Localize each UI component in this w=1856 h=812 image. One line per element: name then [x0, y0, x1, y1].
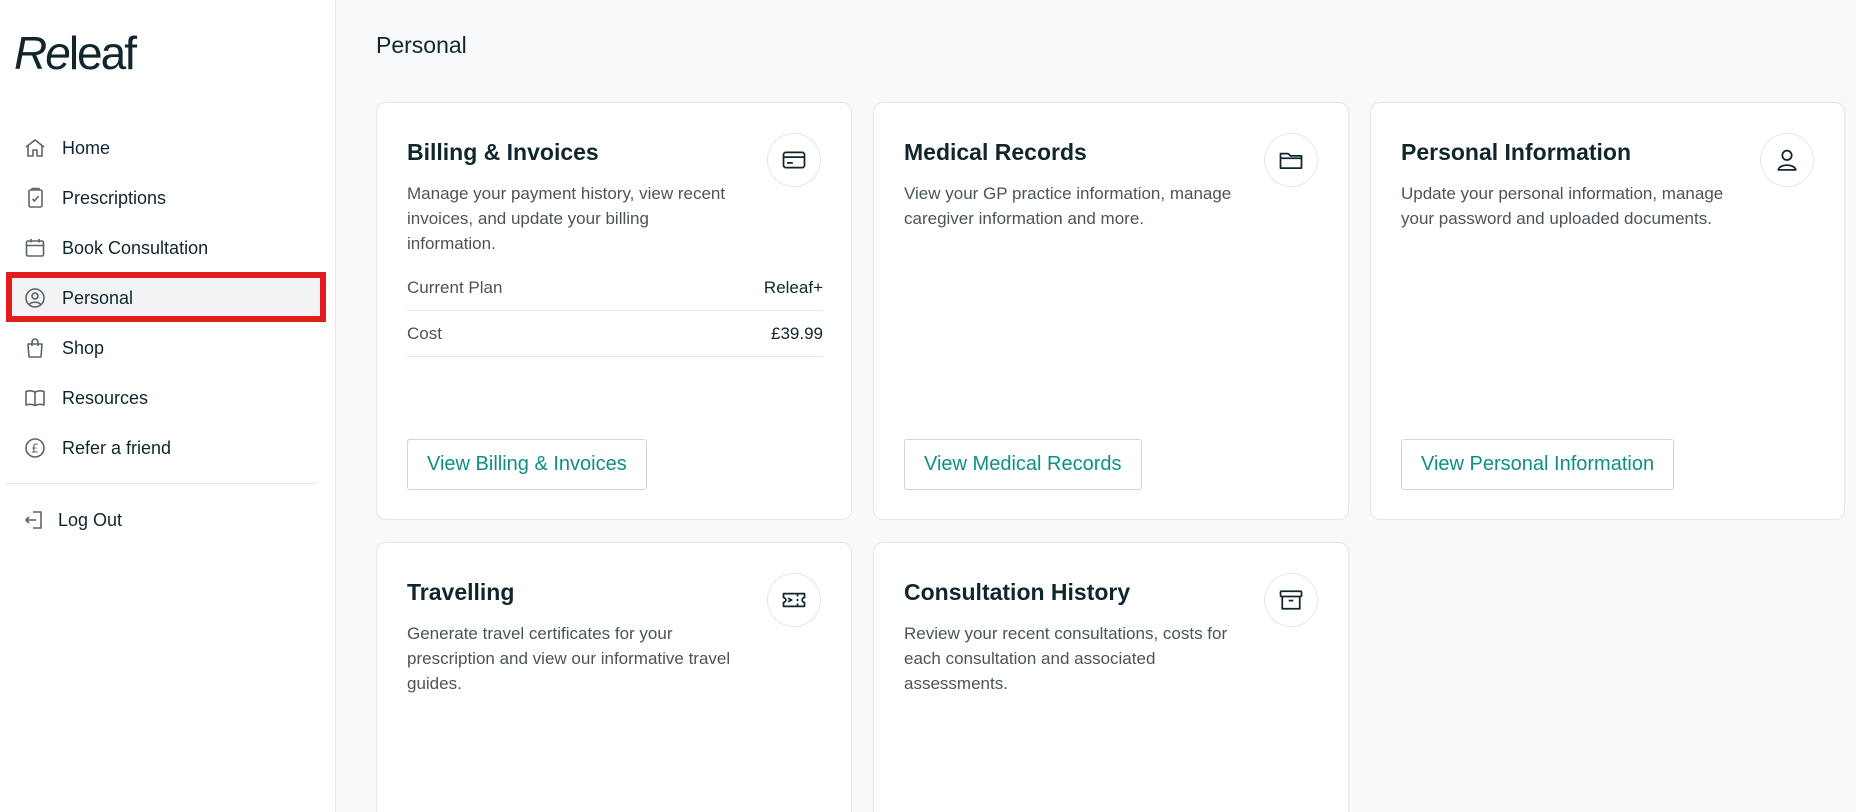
- card-description: Manage your payment history, view recent…: [407, 184, 726, 253]
- card-title: Medical Records: [904, 139, 1087, 165]
- view-medical-records-button[interactable]: View Medical Records: [904, 439, 1142, 490]
- pound-coin-icon: £: [22, 435, 48, 461]
- user-circle-icon: [22, 285, 48, 311]
- sidebar-item-book-consultation[interactable]: Book Consultation: [0, 223, 336, 273]
- cost-row: Cost £39.99: [407, 311, 823, 357]
- card-title: Consultation History: [904, 579, 1131, 605]
- travelling-card: Travelling Generate travel certificates …: [376, 542, 852, 812]
- sidebar: Releaf Home Prescriptions Book Consultat…: [0, 0, 336, 812]
- plan-value: Releaf+: [763, 277, 823, 297]
- card-description: Review your recent consultations, costs …: [904, 624, 1228, 693]
- sidebar-item-prescriptions[interactable]: Prescriptions: [0, 173, 336, 223]
- sidebar-item-refer-a-friend[interactable]: £ Refer a friend: [0, 423, 336, 473]
- folder-icon: [1264, 133, 1318, 187]
- billing-card: Billing & Invoices Manage your payment h…: [376, 102, 852, 520]
- logout-icon: [22, 507, 48, 533]
- cost-label: Cost: [407, 323, 442, 343]
- ticket-icon: [767, 573, 821, 627]
- sidebar-item-label: Personal: [62, 287, 134, 308]
- sidebar-item-personal[interactable]: Personal: [0, 273, 336, 323]
- card-description: Update your personal information, manage…: [1401, 184, 1724, 228]
- view-personal-information-button[interactable]: View Personal Information: [1401, 439, 1675, 490]
- svg-text:£: £: [31, 442, 39, 456]
- card-title: Personal Information: [1401, 139, 1632, 165]
- calendar-icon: [22, 235, 48, 261]
- current-plan-row: Current Plan Releaf+: [407, 265, 823, 311]
- prescription-icon: [22, 185, 48, 211]
- sidebar-item-label: Prescriptions: [62, 187, 167, 208]
- user-icon: [1760, 133, 1814, 187]
- card-title: Billing & Invoices: [407, 139, 599, 165]
- sidebar-divider: [6, 483, 316, 484]
- page-title: Personal: [376, 32, 467, 58]
- sidebar-item-resources[interactable]: Resources: [0, 373, 336, 423]
- sidebar-item-shop[interactable]: Shop: [0, 323, 336, 373]
- view-billing-button[interactable]: View Billing & Invoices: [407, 439, 647, 490]
- home-icon: [22, 135, 48, 161]
- medical-records-card: Medical Records View your GP practice in…: [873, 102, 1349, 520]
- sidebar-item-label: Shop: [62, 337, 105, 358]
- logout-button[interactable]: Log Out: [22, 507, 122, 533]
- sidebar-nav: Home Prescriptions Book Consultation Per…: [0, 123, 336, 473]
- logout-label: Log Out: [58, 509, 123, 530]
- sidebar-item-label: Home: [62, 137, 111, 158]
- main-content: Personal Billing & Invoices Manage your …: [337, 0, 1856, 812]
- sidebar-item-label: Refer a friend: [62, 437, 172, 458]
- card-description: Generate travel certificates for your pr…: [407, 624, 731, 693]
- plan-label: Current Plan: [407, 277, 503, 297]
- sidebar-item-home[interactable]: Home: [0, 123, 336, 173]
- card-description: View your GP practice information, manag…: [904, 184, 1232, 228]
- releaf-logo[interactable]: Releaf: [14, 26, 137, 80]
- cost-value: £39.99: [771, 323, 823, 343]
- credit-card-icon: [767, 133, 821, 187]
- card-title: Travelling: [407, 579, 515, 605]
- logo-part-re: Re: [14, 27, 71, 79]
- shopping-bag-icon: [22, 335, 48, 361]
- book-icon: [22, 385, 48, 411]
- sidebar-item-label: Resources: [62, 387, 149, 408]
- consultation-history-card: Consultation History Review your recent …: [873, 542, 1349, 812]
- archive-box-icon: [1264, 573, 1318, 627]
- sidebar-item-label: Book Consultation: [62, 237, 209, 258]
- logo-part-leaf: leaf: [68, 27, 137, 79]
- personal-information-card: Personal Information Update your persona…: [1370, 102, 1845, 520]
